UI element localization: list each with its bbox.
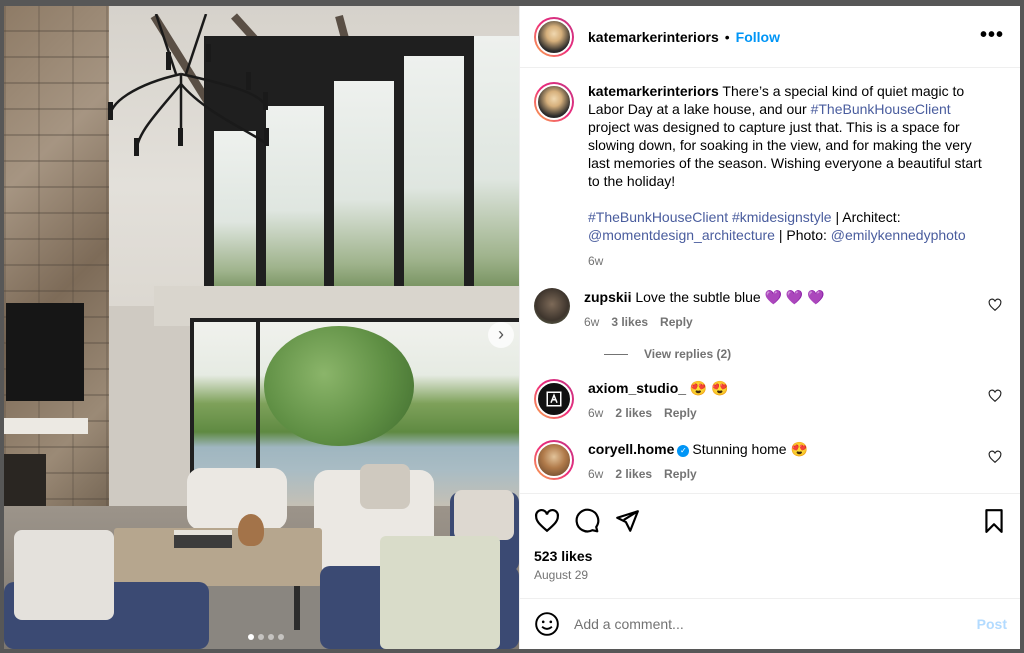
reply-button[interactable]: Reply — [664, 404, 697, 422]
likes-count[interactable]: 523 likes — [534, 548, 1007, 564]
comment-text: Stunning home 😍 — [692, 441, 808, 457]
follow-button[interactable]: Follow — [736, 29, 780, 45]
view-replies-button[interactable]: View replies (2) — [604, 347, 1006, 361]
comment-timestamp[interactable]: 6w — [588, 465, 603, 483]
comment-item: axiom_studio_ 😍 😍 6w 2 likes Reply — [534, 379, 1006, 422]
comment-timestamp[interactable]: 6w — [588, 404, 603, 422]
post-caption: katemarkerinteriors There’s a special ki… — [534, 82, 1006, 270]
photo-mantel — [4, 418, 88, 434]
photo-tree — [264, 326, 414, 446]
carousel-dot — [278, 634, 284, 640]
avatar[interactable] — [534, 82, 574, 122]
post-comment-button[interactable]: Post — [977, 616, 1007, 632]
photo-armchair — [187, 468, 287, 530]
emoji-icon[interactable] — [534, 611, 560, 637]
photo-pillow — [454, 490, 514, 540]
photo-pillow — [360, 464, 410, 509]
view-replies-line — [604, 353, 628, 355]
like-heart-icon[interactable] — [534, 508, 560, 534]
comment-likes[interactable]: 2 likes — [615, 404, 652, 422]
photo-books — [174, 530, 232, 548]
more-options-icon[interactable]: ••• — [980, 25, 1004, 45]
axiom-logo-icon — [546, 391, 562, 407]
post-actions: 523 likes August 29 — [520, 493, 1020, 598]
caption-tags: #TheBunkHouseClient #kmidesignstyle | Ar… — [588, 209, 966, 243]
reply-button[interactable]: Reply — [664, 465, 697, 483]
mention-link[interactable]: @emilykennedyphoto — [831, 227, 966, 243]
hashtag-link[interactable]: #kmidesignstyle — [732, 209, 832, 225]
comment-likes[interactable]: 3 likes — [611, 313, 648, 331]
carousel-dot — [248, 634, 254, 640]
carousel-indicator — [248, 634, 284, 640]
heart-icon[interactable] — [988, 450, 1002, 464]
carousel-dot — [268, 634, 274, 640]
bookmark-icon[interactable] — [981, 508, 1007, 534]
post-modal: › katemarkerinteriors • Follow ••• katem… — [4, 6, 1020, 649]
avatar[interactable] — [534, 379, 574, 419]
post-date[interactable]: August 29 — [534, 568, 1007, 582]
hashtag-link[interactable]: #TheBunkHouseClient — [588, 209, 728, 225]
photo-stone-wall — [4, 6, 109, 526]
comments-scroll-area[interactable]: katemarkerinteriors There’s a special ki… — [520, 68, 1020, 493]
photo-throw-blanket — [380, 536, 500, 649]
heart-icon[interactable] — [988, 389, 1002, 403]
caption-username[interactable]: katemarkerinteriors — [588, 83, 719, 99]
avatar[interactable] — [534, 288, 570, 324]
header-username[interactable]: katemarkerinteriors — [588, 29, 719, 45]
comment-input[interactable] — [574, 616, 977, 632]
add-comment-bar: Post — [520, 598, 1020, 649]
photo-chandelier — [108, 14, 269, 156]
comment-text: 😍 😍 — [689, 380, 729, 396]
header-separator: • — [724, 28, 730, 45]
photo-tv — [6, 303, 84, 401]
caption-text: katemarkerinteriors There’s a special ki… — [588, 83, 982, 189]
avatar[interactable] — [534, 16, 574, 57]
photo-pillow — [14, 530, 114, 620]
post-header: katemarkerinteriors • Follow ••• — [520, 6, 1020, 68]
comment-item: coryell.home ✓ Stunning home 😍 6w 2 likes … — [534, 440, 1006, 483]
verified-badge-icon: ✓ — [677, 445, 690, 457]
heart-icon[interactable] — [988, 298, 1002, 312]
comment-likes[interactable]: 2 likes — [615, 465, 652, 483]
hashtag-link[interactable]: #TheBunkHouseClient — [811, 101, 951, 117]
caption-timestamp[interactable]: 6w — [588, 252, 993, 270]
mention-link[interactable]: @momentdesign_architecture — [588, 227, 775, 243]
carousel-next-button[interactable]: › — [488, 322, 514, 348]
comment-icon[interactable] — [574, 508, 600, 534]
comment-username[interactable]: coryell.home — [588, 441, 674, 457]
comment-text: Love the subtle blue 💜 💜 💜 — [635, 289, 825, 305]
share-send-icon[interactable] — [614, 508, 640, 534]
comment-username[interactable]: zupskii — [584, 289, 631, 305]
carousel-dot — [258, 634, 264, 640]
post-photo[interactable]: › — [4, 6, 519, 649]
comment-timestamp[interactable]: 6w — [584, 313, 599, 331]
reply-button[interactable]: Reply — [660, 313, 693, 331]
photo-vase — [238, 514, 264, 546]
comment-username[interactable]: axiom_studio_ — [588, 380, 686, 396]
comment-item: zupskii Love the subtle blue 💜 💜 💜 6w 3 … — [534, 288, 1006, 331]
avatar[interactable] — [534, 440, 574, 480]
post-side-panel: katemarkerinteriors • Follow ••• katemar… — [519, 6, 1020, 649]
